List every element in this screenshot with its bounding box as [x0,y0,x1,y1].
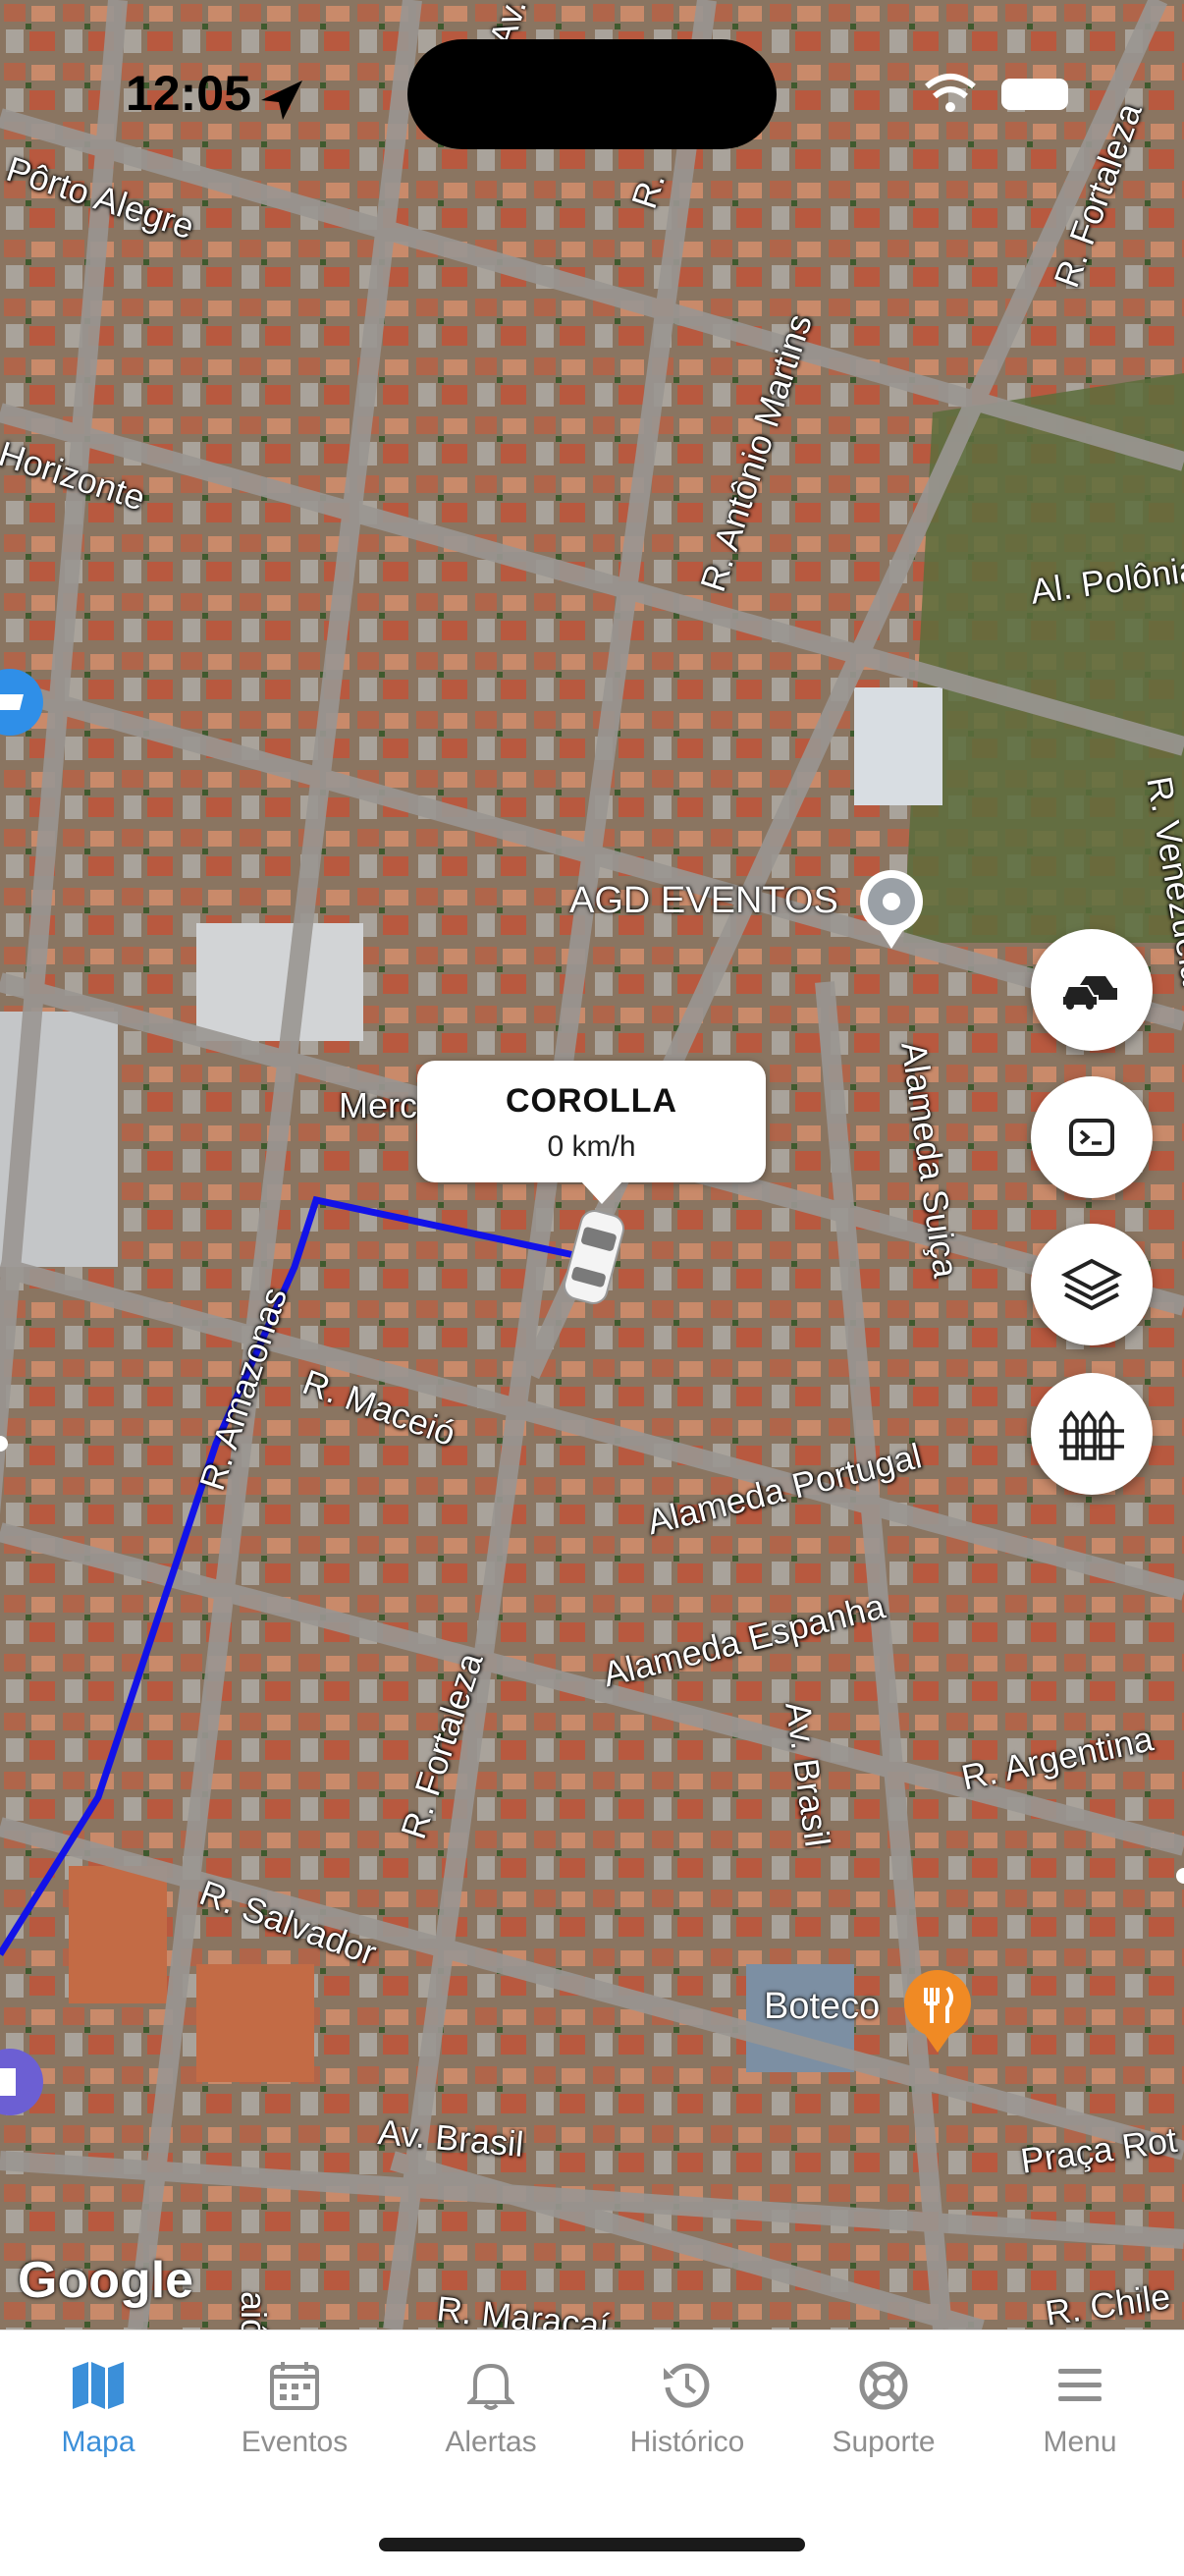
tab-label: Alertas [445,2426,537,2458]
tab-suporte[interactable]: Suporte [785,2360,982,2488]
layers-button[interactable] [1031,1224,1153,1345]
tab-alertas[interactable]: Alertas [393,2360,589,2488]
vehicle-name: COROLLA [505,1082,678,1120]
dynamic-island [407,39,777,149]
tab-historico[interactable]: Histórico [589,2360,785,2488]
street-label: Merc [339,1085,417,1125]
tab-label: Suporte [832,2426,936,2458]
lifebuoy-icon [859,2361,908,2410]
fence-button[interactable] [1031,1373,1153,1495]
tab-eventos[interactable]: Eventos [196,2360,393,2488]
command-button[interactable] [1031,1076,1153,1198]
vehicles-button[interactable] [1031,929,1153,1051]
tab-label: Mapa [61,2426,135,2458]
poi-label-agd-eventos[interactable]: AGD EVENTOS [569,880,838,922]
tab-menu[interactable]: Menu [982,2360,1178,2488]
google-logo: Google [18,2252,194,2309]
bell-icon [465,2363,516,2410]
layers-icon [1061,1258,1122,1311]
fence-icon [1059,1410,1124,1460]
status-time: 12:05 [126,66,251,121]
tab-label: Histórico [629,2426,745,2458]
vehicle-callout[interactable]: COROLLA 0 km/h [417,1061,766,1204]
map-icon [73,2362,124,2409]
callout-pointer [580,1180,623,1204]
tab-label: Eventos [241,2426,349,2458]
tab-mapa[interactable]: Mapa [0,2360,196,2488]
location-arrow-icon [261,81,302,120]
poi-label-boteco[interactable]: Boteco [764,1986,880,2028]
tab-label: Menu [1043,2426,1117,2458]
menu-icon [1058,2369,1102,2401]
history-icon [664,2363,710,2408]
home-indicator[interactable] [379,2538,805,2551]
terminal-icon [1069,1119,1114,1156]
calendar-icon [270,2362,319,2410]
cars-icon [1062,976,1117,1010]
vehicle-speed: 0 km/h [547,1130,636,1163]
battery-icon [1001,79,1068,110]
wifi-icon [925,74,976,112]
street-label: aiós [234,2291,274,2329]
